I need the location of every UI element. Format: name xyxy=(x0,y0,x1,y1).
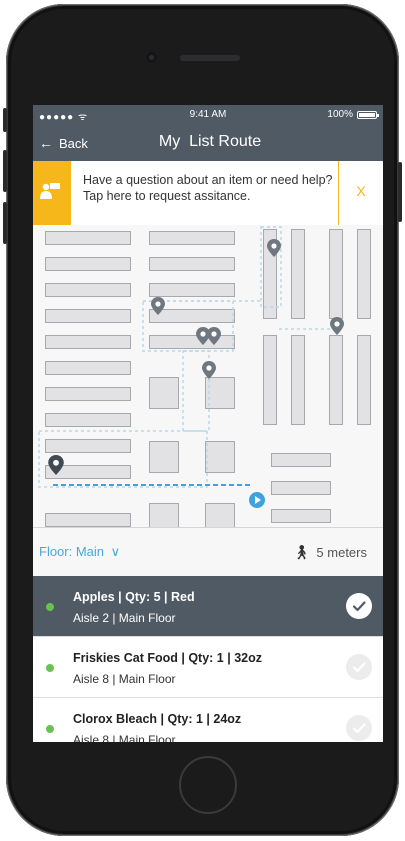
floor-bar: Floor: Main ∨ 🚶︎ 5 meters xyxy=(33,527,383,576)
floor-selector[interactable]: Floor: Main ∨ xyxy=(39,544,120,560)
item-title: Clorox Bleach | Qty: 1 | 24oz xyxy=(73,712,242,726)
close-icon: X xyxy=(356,183,366,199)
check-button[interactable] xyxy=(346,593,372,619)
store-map[interactable] xyxy=(33,225,383,527)
list-item[interactable]: Apples | Qty: 5 | Red Aisle 2 | Main Flo… xyxy=(33,576,383,637)
status-dot xyxy=(46,603,54,611)
battery-icon xyxy=(357,111,379,119)
mute-switch xyxy=(3,108,7,132)
distance-indicator: 🚶︎ 5 meters xyxy=(293,544,367,561)
nav-bar: ← Back My List Route xyxy=(33,125,383,161)
item-location: Aisle 8 | Main Floor xyxy=(73,672,176,686)
distance-value: 5 meters xyxy=(316,545,367,560)
volume-up-button xyxy=(3,150,7,192)
earpiece-speaker xyxy=(180,55,240,61)
map-pin-icon[interactable] xyxy=(207,327,221,345)
list-item[interactable]: Friskies Cat Food | Qty: 1 | 32oz Aisle … xyxy=(33,637,383,698)
item-title: Friskies Cat Food | Qty: 1 | 32oz xyxy=(73,651,262,665)
app-screen: ●●●●● ᯤ 9:41 AM 100% ← Back My List Route… xyxy=(33,105,383,742)
power-button xyxy=(398,162,402,222)
checkmark-icon xyxy=(352,601,366,612)
person-help-icon xyxy=(40,183,60,199)
item-location: Aisle 8 | Main Floor xyxy=(73,733,176,742)
check-button[interactable] xyxy=(346,715,372,741)
checkmark-icon xyxy=(352,723,366,734)
help-close-button[interactable]: X xyxy=(338,161,383,225)
home-button[interactable] xyxy=(179,756,237,814)
item-title: Apples | Qty: 5 | Red xyxy=(73,590,195,604)
page-title: My List Route xyxy=(158,133,262,150)
list-item[interactable]: Clorox Bleach | Qty: 1 | 24oz Aisle 8 | … xyxy=(33,698,383,742)
volume-down-button xyxy=(3,202,7,244)
front-camera xyxy=(146,52,157,63)
map-pin-icon[interactable] xyxy=(267,239,281,257)
status-bar: ●●●●● ᯤ 9:41 AM 100% xyxy=(33,105,383,125)
help-icon-box xyxy=(33,161,71,225)
chevron-down-icon: ∨ xyxy=(110,544,121,559)
map-pin-icon[interactable] xyxy=(202,361,216,379)
help-text: Have a question about an item or need he… xyxy=(83,173,333,203)
check-button[interactable] xyxy=(346,654,372,680)
map-pin-icon[interactable] xyxy=(151,297,165,315)
item-location: Aisle 2 | Main Floor xyxy=(73,611,176,625)
map-pin-icon[interactable] xyxy=(330,317,344,335)
current-location-icon xyxy=(249,492,265,508)
status-dot xyxy=(46,725,54,733)
checkmark-icon xyxy=(352,662,366,673)
help-banner[interactable]: Have a question about an item or need he… xyxy=(33,161,383,226)
status-dot xyxy=(46,664,54,672)
floor-label: Floor: Main xyxy=(39,544,105,559)
walking-person-icon: 🚶︎ xyxy=(292,544,311,560)
battery-percent: 100% xyxy=(327,109,353,120)
map-pin-icon[interactable] xyxy=(48,455,64,475)
